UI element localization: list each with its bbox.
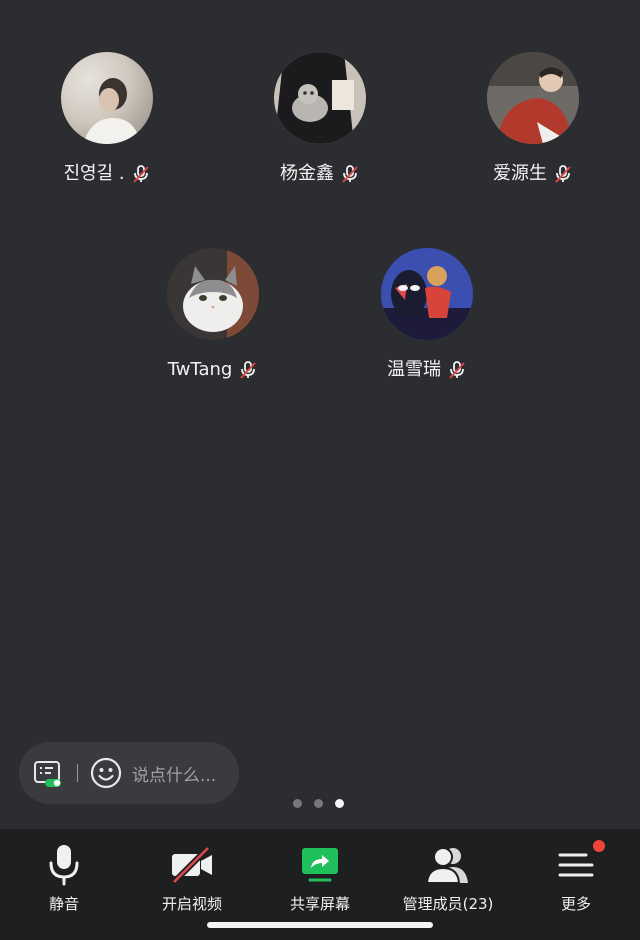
mic-muted-icon (447, 360, 467, 380)
emoji-icon[interactable] (90, 757, 122, 789)
participant-tile[interactable]: 진영길 . (17, 52, 197, 186)
manage-members-label: 管理成员(23) (402, 895, 494, 913)
page-indicator (293, 799, 344, 808)
participant-name: 진영길 . (63, 163, 125, 184)
microphone-icon (49, 845, 79, 886)
participant-name: 杨金鑫 (280, 163, 334, 184)
start-video-button[interactable]: 开启视频 (127, 843, 257, 914)
mic-muted-icon (131, 164, 151, 184)
members-icon (426, 847, 468, 884)
share-screen-icon (302, 848, 338, 882)
share-screen-label: 共享屏幕 (289, 895, 350, 913)
chat-list-icon[interactable] (33, 758, 63, 788)
chat-input-bar[interactable]: 说点什么... (19, 742, 239, 804)
avatar (274, 52, 366, 144)
mic-muted-icon (340, 164, 360, 184)
video-off-icon (171, 845, 212, 885)
mute-button[interactable]: 静音 (0, 843, 129, 914)
start-video-label: 开启视频 (161, 895, 222, 913)
participant-tile[interactable]: 爱源生 (443, 52, 623, 186)
home-indicator[interactable] (207, 922, 433, 928)
more-button[interactable]: 更多 (511, 840, 640, 914)
avatar (487, 52, 579, 144)
avatar (61, 52, 153, 144)
participant-tile[interactable]: 温雪瑞 (337, 248, 517, 382)
mic-muted-icon (238, 360, 258, 380)
notification-badge (593, 840, 605, 852)
more-label: 更多 (560, 895, 591, 913)
mute-label: 静音 (48, 895, 79, 913)
manage-members-button[interactable]: 管理成员(23) (383, 843, 513, 914)
participant-name: 温雪瑞 (387, 359, 441, 380)
mic-muted-icon (553, 164, 573, 184)
participant-tile[interactable]: 杨金鑫 (230, 52, 410, 186)
menu-icon (558, 853, 594, 877)
avatar (167, 248, 259, 340)
divider (77, 764, 78, 782)
page-dot-active[interactable] (335, 799, 344, 808)
page-dot[interactable] (314, 799, 323, 808)
participant-name: 爱源生 (493, 163, 547, 184)
share-screen-button[interactable]: 共享屏幕 (255, 843, 385, 914)
participant-name: TwTang (167, 359, 233, 380)
page-dot[interactable] (293, 799, 302, 808)
chat-placeholder[interactable]: 说点什么... (132, 761, 216, 786)
avatar (381, 248, 473, 340)
participant-tile[interactable]: TwTang (123, 248, 303, 382)
